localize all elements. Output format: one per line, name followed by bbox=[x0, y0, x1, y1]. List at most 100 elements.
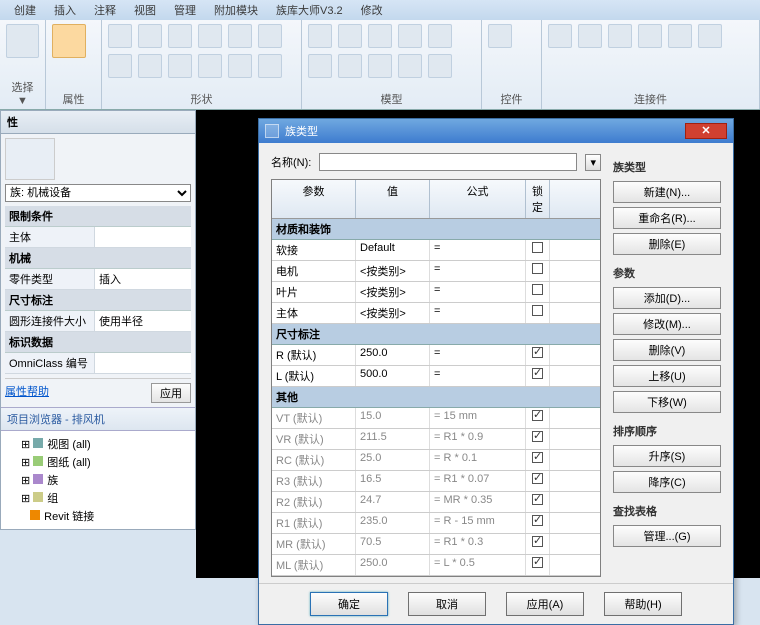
param-row[interactable]: 电机<按类别>= bbox=[272, 261, 600, 282]
lock-checkbox[interactable] bbox=[532, 431, 543, 442]
connector-icon[interactable] bbox=[698, 24, 722, 48]
model-icon[interactable] bbox=[398, 24, 422, 48]
lock-checkbox[interactable] bbox=[532, 368, 543, 379]
shape-icon[interactable] bbox=[258, 54, 282, 78]
param-group-header[interactable]: 材质和装饰 bbox=[272, 219, 600, 240]
prop-row[interactable]: OmniClass 编号 bbox=[5, 353, 191, 374]
shape-icon[interactable] bbox=[108, 54, 132, 78]
shape-icon[interactable] bbox=[258, 24, 282, 48]
tree-item[interactable]: ⊞ 组 bbox=[7, 489, 189, 507]
col-parameter[interactable]: 参数 bbox=[272, 180, 356, 218]
sort-desc-button[interactable]: 降序(C) bbox=[613, 471, 721, 493]
param-group-header[interactable]: 其他 bbox=[272, 387, 600, 408]
model-icon[interactable] bbox=[368, 54, 392, 78]
param-row[interactable]: R (默认)250.0= bbox=[272, 345, 600, 366]
manage-lookup-button[interactable]: 管理...(G) bbox=[613, 525, 721, 547]
lock-checkbox[interactable] bbox=[532, 494, 543, 505]
menu-item[interactable]: 管理 bbox=[174, 2, 196, 18]
lock-checkbox[interactable] bbox=[532, 557, 543, 568]
shape-icon[interactable] bbox=[138, 54, 162, 78]
shape-icon[interactable] bbox=[198, 54, 222, 78]
lock-checkbox[interactable] bbox=[532, 242, 543, 253]
param-row[interactable]: VR (默认)211.5= R1 * 0.9 bbox=[272, 429, 600, 450]
add-param-button[interactable]: 添加(D)... bbox=[613, 287, 721, 309]
param-row[interactable]: MR (默认)70.5= R1 * 0.3 bbox=[272, 534, 600, 555]
connector-icon[interactable] bbox=[578, 24, 602, 48]
menu-item[interactable]: 视图 bbox=[134, 2, 156, 18]
col-formula[interactable]: 公式 bbox=[430, 180, 526, 218]
rename-type-button[interactable]: 重命名(R)... bbox=[613, 207, 721, 229]
param-row[interactable]: L (默认)500.0= bbox=[272, 366, 600, 387]
menu-item[interactable]: 族库大师V3.2 bbox=[276, 2, 343, 18]
move-down-button[interactable]: 下移(W) bbox=[613, 391, 721, 413]
tree-item[interactable]: Revit 链接 bbox=[7, 507, 189, 525]
properties-icon[interactable] bbox=[52, 24, 86, 58]
col-lock[interactable]: 锁定 bbox=[526, 180, 550, 218]
prop-row[interactable]: 零件类型插入 bbox=[5, 269, 191, 290]
lock-checkbox[interactable] bbox=[532, 284, 543, 295]
control-icon[interactable] bbox=[488, 24, 512, 48]
lock-checkbox[interactable] bbox=[532, 536, 543, 547]
modify-param-button[interactable]: 修改(M)... bbox=[613, 313, 721, 335]
param-group-header[interactable]: 尺寸标注 bbox=[272, 324, 600, 345]
delete-param-button[interactable]: 删除(V) bbox=[613, 339, 721, 361]
type-name-input[interactable] bbox=[319, 153, 577, 171]
shape-icon[interactable] bbox=[168, 24, 192, 48]
tree-item[interactable]: ⊞ 图纸 (all) bbox=[7, 453, 189, 471]
tree-item[interactable]: ⊞ 视图 (all) bbox=[7, 435, 189, 453]
apply-button[interactable]: 应用 bbox=[151, 383, 191, 403]
properties-help-link[interactable]: 属性帮助 bbox=[5, 383, 49, 403]
param-row[interactable]: R3 (默认)16.5= R1 * 0.07 bbox=[272, 471, 600, 492]
lock-checkbox[interactable] bbox=[532, 263, 543, 274]
select-icon[interactable] bbox=[6, 24, 39, 58]
shape-icon[interactable] bbox=[168, 54, 192, 78]
shape-icon[interactable] bbox=[228, 24, 252, 48]
col-value[interactable]: 值 bbox=[356, 180, 430, 218]
prop-row[interactable]: 主体 bbox=[5, 227, 191, 248]
help-button[interactable]: 帮助(H) bbox=[604, 592, 682, 616]
new-type-button[interactable]: 新建(N)... bbox=[613, 181, 721, 203]
move-up-button[interactable]: 上移(U) bbox=[613, 365, 721, 387]
lock-checkbox[interactable] bbox=[532, 473, 543, 484]
dialog-titlebar[interactable]: 族类型 ✕ bbox=[259, 119, 733, 143]
shape-icon[interactable] bbox=[198, 24, 222, 48]
param-row[interactable]: ML (默认)250.0= L * 0.5 bbox=[272, 555, 600, 576]
lock-checkbox[interactable] bbox=[532, 305, 543, 316]
connector-icon[interactable] bbox=[638, 24, 662, 48]
connector-icon[interactable] bbox=[668, 24, 692, 48]
lock-checkbox[interactable] bbox=[532, 410, 543, 421]
model-icon[interactable] bbox=[428, 24, 452, 48]
sort-asc-button[interactable]: 升序(S) bbox=[613, 445, 721, 467]
lock-checkbox[interactable] bbox=[532, 347, 543, 358]
model-icon[interactable] bbox=[338, 54, 362, 78]
model-icon[interactable] bbox=[428, 54, 452, 78]
model-icon[interactable] bbox=[338, 24, 362, 48]
menu-item[interactable]: 附加模块 bbox=[214, 2, 258, 18]
param-row[interactable]: R1 (默认)235.0= R - 15 mm bbox=[272, 513, 600, 534]
apply-dialog-button[interactable]: 应用(A) bbox=[506, 592, 584, 616]
param-row[interactable]: R2 (默认)24.7= MR * 0.35 bbox=[272, 492, 600, 513]
model-icon[interactable] bbox=[308, 54, 332, 78]
menu-item[interactable]: 修改 bbox=[361, 2, 383, 18]
param-row[interactable]: RC (默认)25.0= R * 0.1 bbox=[272, 450, 600, 471]
family-category-dropdown[interactable]: 族: 机械设备 bbox=[5, 184, 191, 202]
connector-icon[interactable] bbox=[548, 24, 572, 48]
param-row[interactable]: VT (默认)15.0= 15 mm bbox=[272, 408, 600, 429]
ok-button[interactable]: 确定 bbox=[310, 592, 388, 616]
dropdown-icon[interactable]: ▾ bbox=[585, 154, 601, 171]
param-row[interactable]: 叶片<按类别>= bbox=[272, 282, 600, 303]
model-icon[interactable] bbox=[398, 54, 422, 78]
shape-icon[interactable] bbox=[108, 24, 132, 48]
lock-checkbox[interactable] bbox=[532, 452, 543, 463]
tree-item[interactable]: ⊞ 族 bbox=[7, 471, 189, 489]
close-icon[interactable]: ✕ bbox=[685, 123, 727, 139]
model-icon[interactable] bbox=[308, 24, 332, 48]
connector-icon[interactable] bbox=[608, 24, 632, 48]
param-row[interactable]: 软接Default= bbox=[272, 240, 600, 261]
delete-type-button[interactable]: 删除(E) bbox=[613, 233, 721, 255]
shape-icon[interactable] bbox=[138, 24, 162, 48]
model-icon[interactable] bbox=[368, 24, 392, 48]
menu-item[interactable]: 创建 bbox=[14, 2, 36, 18]
cancel-button[interactable]: 取消 bbox=[408, 592, 486, 616]
param-row[interactable]: 主体<按类别>= bbox=[272, 303, 600, 324]
